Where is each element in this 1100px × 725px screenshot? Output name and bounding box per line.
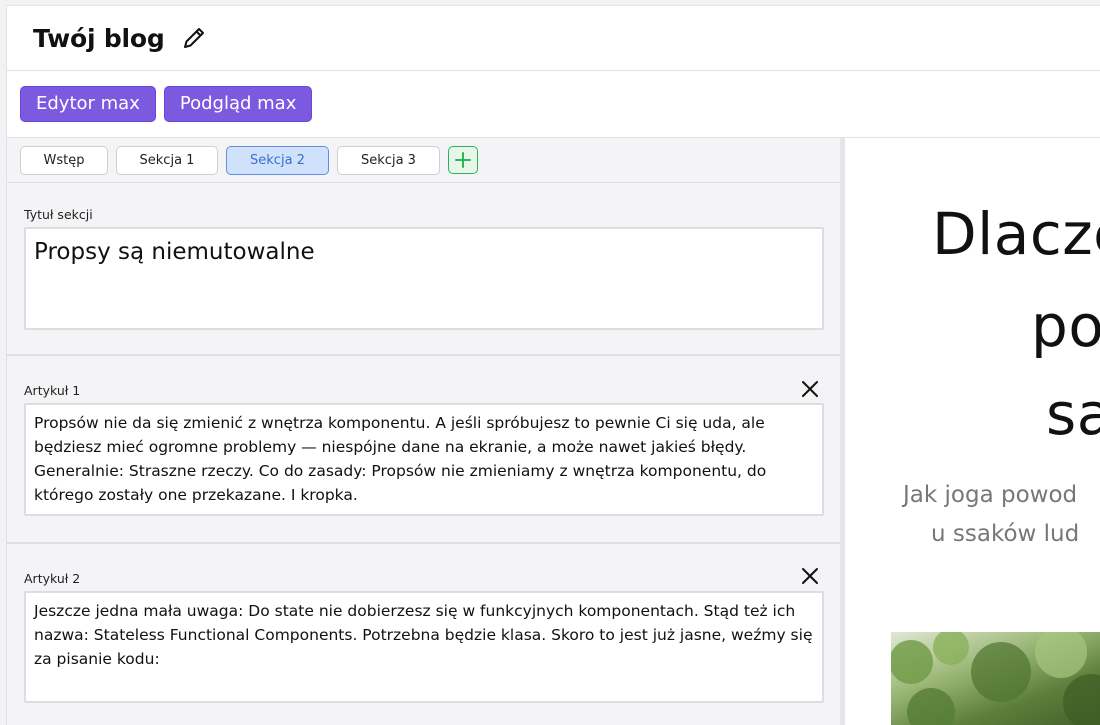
section-title-input[interactable]: Propsy są niemutowalne (24, 227, 824, 330)
preview-heading-line: Dlacze (932, 200, 1100, 268)
preview-heading-line: sa (1046, 380, 1100, 448)
article-label: Artykuł 1 (24, 383, 81, 398)
article-block: Artykuł 1 Propsów nie da się zmienić z w… (7, 356, 840, 544)
preview-max-button[interactable]: Podgląd max (163, 86, 313, 122)
editor-panel: Wstęp Sekcja 1 Sekcja 2 Sekcja 3 Tytuł s… (6, 138, 840, 725)
article-label: Artykuł 2 (24, 571, 81, 586)
tab-sekcja-2[interactable]: Sekcja 2 (226, 145, 329, 175)
editor-max-button[interactable]: Edytor max (20, 86, 156, 122)
article-textarea[interactable]: Propsów nie da się zmienić z wnętrza kom… (24, 403, 824, 516)
page-title: Twój blog (33, 23, 165, 53)
close-icon[interactable] (800, 379, 820, 399)
preview-subtitle-line: Jak joga powod (903, 482, 1078, 508)
add-section-button[interactable] (448, 146, 478, 174)
pencil-icon[interactable] (181, 25, 207, 51)
header-bar: Twój blog (6, 5, 1100, 71)
tab-sekcja-1[interactable]: Sekcja 1 (116, 145, 218, 175)
plus-icon (455, 152, 471, 168)
section-title-block: Tytuł sekcji Propsy są niemutowalne (7, 183, 840, 356)
preview-subtitle-line: u ssaków lud (931, 521, 1080, 547)
close-icon[interactable] (800, 566, 820, 586)
mode-toolbar: Edytor max Podgląd max (6, 71, 1100, 138)
section-tabs: Wstęp Sekcja 1 Sekcja 2 Sekcja 3 (7, 138, 840, 183)
article-textarea[interactable]: Jeszcze jedna mała uwaga: Do state nie d… (24, 591, 824, 703)
preview-panel: Dlacze po sa Jak joga powod u ssaków lud (845, 138, 1100, 725)
preview-heading-line: po (1031, 292, 1100, 360)
article-block: Artykuł 2 Jeszcze jedna mała uwaga: Do s… (7, 544, 840, 725)
section-title-label: Tytuł sekcji (24, 207, 93, 222)
tab-sekcja-3[interactable]: Sekcja 3 (337, 145, 440, 175)
tab-wstep[interactable]: Wstęp (20, 145, 108, 175)
preview-hero-image (891, 632, 1100, 725)
